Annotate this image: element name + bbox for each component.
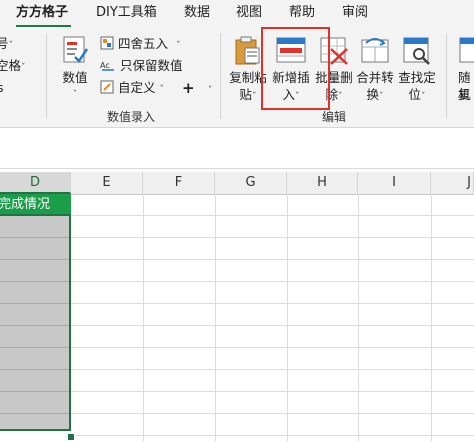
gridline	[71, 435, 474, 436]
tab-help[interactable]: 帮助	[289, 4, 315, 22]
cell-d1-header[interactable]: 完成情况	[0, 194, 71, 215]
formula-bar[interactable]	[0, 128, 474, 168]
merge-convert-line2: 换	[366, 87, 379, 102]
keep-values-button[interactable]: Ac 只保留数值	[100, 58, 183, 74]
custom-icon	[100, 80, 114, 94]
value-button-label: 数值	[62, 70, 88, 85]
gridline	[71, 347, 474, 348]
ribbon-panel: 号ˇ 空格ˇ s 数值 ˇ 四舍五入 ˇ Ac 只保留数值 自定义 ˇ + ˇ …	[0, 27, 474, 128]
gridline	[71, 259, 474, 260]
column-header-h[interactable]: H	[287, 172, 358, 194]
group-separator	[220, 33, 221, 119]
sheet-grid[interactable]: 完成情况	[0, 194, 474, 441]
keep-values-label: 只保留数值	[119, 58, 183, 73]
edit-group-label: 编辑	[322, 110, 347, 124]
chevron-down-icon: ˇ	[379, 92, 384, 102]
fill-handle[interactable]	[67, 433, 75, 441]
ribbon-tab-bar: 方方格子 DIY工具箱 数据 视图 帮助 审阅	[0, 0, 474, 28]
gridline	[71, 413, 474, 414]
find-icon	[403, 37, 430, 65]
gridline	[71, 215, 474, 216]
chevron-down-icon: ˇ	[338, 92, 343, 102]
ribbon-partial-item-1[interactable]: 号ˇ	[0, 36, 13, 54]
custom-label: 自定义	[117, 80, 156, 95]
numeric-group-label: 数值录入	[107, 110, 156, 124]
column-header-i[interactable]: I	[358, 172, 431, 194]
gridline	[71, 369, 474, 370]
tab-view[interactable]: 视图	[236, 4, 262, 22]
value-button[interactable]: 数值 ˇ	[58, 31, 92, 101]
value-entry-icon	[63, 36, 89, 63]
keep-values-icon: Ac	[100, 61, 114, 71]
gridline	[71, 391, 474, 392]
find-locate-label-2: 位ˇ	[396, 86, 438, 106]
gridline	[71, 303, 474, 304]
gridline	[287, 194, 288, 441]
plus-icon: +	[182, 79, 195, 97]
clipboard-icon	[235, 36, 260, 65]
chevron-down-icon: ˇ	[8, 41, 14, 51]
round-icon	[100, 36, 114, 50]
column-header-j[interactable]: J	[431, 172, 474, 194]
random-button-partial[interactable]: 随机 复	[452, 31, 474, 101]
chevron-down-icon: ˇ	[21, 63, 26, 73]
ribbon-partial-item-2[interactable]: 空格ˇ	[0, 58, 26, 76]
round-button[interactable]: 四舍五入 ˇ	[100, 36, 180, 54]
find-locate-label: 查找定	[398, 70, 436, 85]
merge-convert-icon	[361, 38, 389, 63]
chevron-down-icon: ˇ	[421, 92, 426, 102]
group-separator	[46, 33, 47, 119]
gridline	[431, 194, 432, 441]
chevron-down-icon: ˇ	[252, 92, 257, 102]
tab-data[interactable]: 数据	[184, 4, 210, 22]
gridline	[358, 194, 359, 441]
column-header-e[interactable]: E	[71, 172, 143, 194]
column-header-d[interactable]: D	[0, 172, 71, 194]
column-header-f[interactable]: F	[143, 172, 215, 194]
merge-convert-button[interactable]: 合并转 换ˇ	[355, 31, 395, 102]
gridline	[71, 237, 474, 238]
selection-border	[0, 214, 71, 431]
random-label-2: 复	[458, 87, 471, 101]
chevron-down-icon: ˇ	[207, 86, 213, 96]
gridline	[143, 194, 144, 441]
round-label: 四舍五入	[117, 36, 168, 51]
highlight-box	[261, 27, 330, 110]
find-locate-line2: 位	[408, 87, 421, 102]
svg-text:Ac: Ac	[100, 61, 110, 70]
merge-convert-label: 合并转	[356, 70, 394, 85]
plus-button[interactable]: + ˇ	[182, 80, 212, 99]
chevron-down-icon: ˇ	[72, 90, 78, 100]
gridline	[71, 325, 474, 326]
formula-divider	[0, 168, 474, 169]
partial-item-2-label: 空格	[0, 58, 22, 73]
column-header-g[interactable]: G	[215, 172, 287, 194]
find-locate-button[interactable]: 查找定 位ˇ	[396, 31, 438, 102]
partial-item-1-label: 号	[0, 36, 9, 51]
copy-paste-line2: 贴	[239, 87, 252, 102]
merge-convert-label-2: 换ˇ	[355, 86, 395, 106]
gridline	[71, 281, 474, 282]
random-icon	[459, 37, 474, 63]
tab-review[interactable]: 审阅	[342, 4, 368, 22]
gridline	[215, 194, 216, 441]
chevron-down-icon: ˇ	[175, 41, 181, 51]
tab-diy-toolbox[interactable]: DIY工具箱	[96, 4, 157, 22]
group-separator	[446, 33, 447, 119]
column-header-row: D E F G H I J	[0, 172, 474, 195]
chevron-down-icon: ˇ	[159, 85, 164, 95]
ribbon-partial-item-3[interactable]: s	[0, 80, 4, 96]
custom-button[interactable]: 自定义 ˇ	[100, 80, 164, 98]
tab-fangfang[interactable]: 方方格子	[16, 4, 68, 22]
